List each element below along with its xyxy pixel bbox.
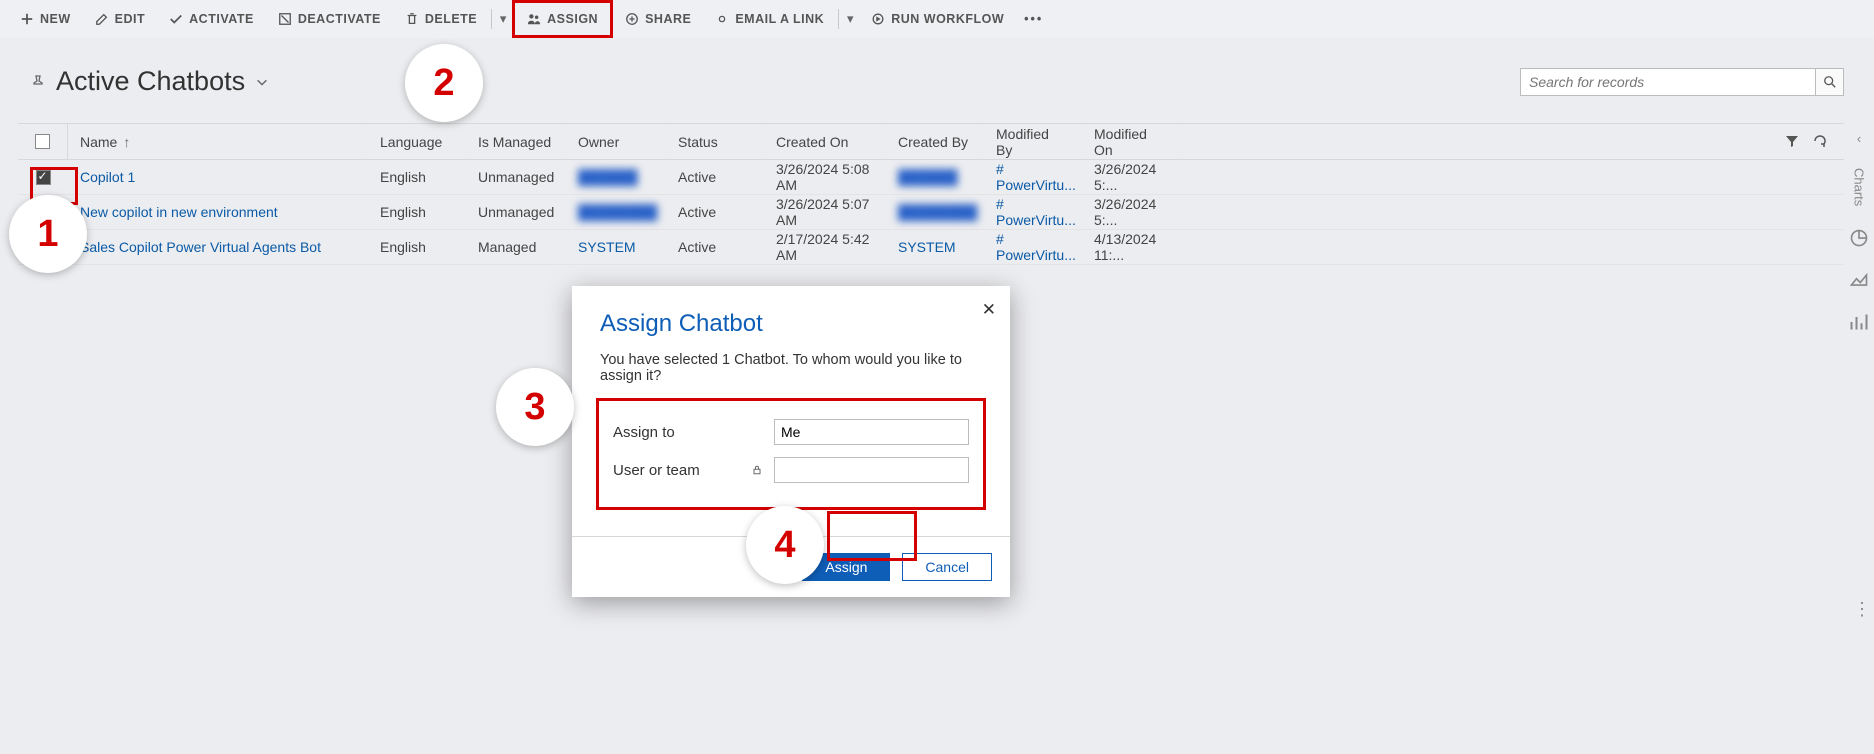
assign-button[interactable]: ASSIGN [512, 0, 613, 38]
edit-button-label: EDIT [115, 12, 145, 26]
sort-asc-icon: ↑ [123, 134, 130, 150]
link-icon [715, 12, 729, 26]
user-team-label: User or team [613, 462, 740, 479]
user-team-input[interactable] [774, 457, 969, 483]
redacted-owner: ████████ [578, 204, 657, 220]
plus-icon [20, 12, 34, 26]
deactivate-button-label: DEACTIVATE [298, 12, 381, 26]
col-createdon[interactable]: Created On [764, 124, 886, 159]
check-icon [169, 12, 183, 26]
share-button[interactable]: SHARE [613, 0, 703, 38]
filter-icon[interactable] [1784, 133, 1802, 151]
deactivate-button[interactable]: DEACTIVATE [266, 0, 393, 38]
callout-2: 2 [405, 44, 483, 122]
more-vertical-icon[interactable]: ⋮ [1853, 599, 1868, 620]
search-input[interactable] [1520, 68, 1816, 96]
col-name[interactable]: Name ↑ [68, 124, 368, 159]
pin-icon[interactable] [30, 74, 46, 90]
run-workflow-button-label: RUN WORKFLOW [891, 12, 1004, 26]
chart-area-icon[interactable] [1849, 270, 1869, 290]
chart-pie-icon[interactable] [1849, 228, 1869, 248]
chart-bar-icon[interactable] [1849, 312, 1869, 332]
redacted-owner: ██████ [578, 169, 638, 185]
dialog-title: Assign Chatbot [600, 310, 982, 338]
chevron-left-icon[interactable]: ‹ [1857, 131, 1861, 146]
row-checkbox[interactable] [36, 170, 51, 185]
search-icon [1823, 75, 1837, 89]
col-language[interactable]: Language [368, 124, 466, 159]
share-icon [625, 12, 639, 26]
delete-dropdown[interactable]: ▾ [494, 0, 512, 38]
new-button-label: NEW [40, 12, 71, 26]
callout-4: 4 [746, 506, 824, 584]
callout-1: 1 [9, 195, 87, 273]
modifiedby-link[interactable]: # PowerVirtu... [996, 231, 1076, 263]
modifiedby-link[interactable]: # PowerVirtu... [996, 196, 1076, 228]
redacted-createdby: ██████ [898, 169, 958, 185]
col-status[interactable]: Status [666, 124, 764, 159]
delete-button-label: DELETE [425, 12, 477, 26]
col-modifiedby[interactable]: Modified By [984, 124, 1082, 159]
new-button[interactable]: NEW [8, 0, 83, 38]
dialog-cancel-button[interactable]: Cancel [902, 553, 992, 581]
search-box [1520, 68, 1844, 96]
edit-button[interactable]: EDIT [83, 0, 157, 38]
callout-3: 3 [496, 368, 574, 446]
delete-button[interactable]: DELETE [393, 0, 489, 38]
view-dropdown-icon[interactable] [255, 75, 269, 89]
dialog-close-button[interactable]: ✕ [982, 300, 996, 320]
activate-button-label: ACTIVATE [189, 12, 254, 26]
people-icon [527, 12, 541, 26]
email-link-dropdown[interactable]: ▾ [841, 0, 859, 38]
refresh-icon[interactable] [1812, 133, 1830, 151]
ellipsis-icon: ••• [1024, 12, 1043, 26]
deactivate-icon [278, 12, 292, 26]
modifiedby-link[interactable]: # PowerVirtu... [996, 161, 1076, 193]
col-modifiedon[interactable]: Modified On [1082, 124, 1180, 159]
table-row[interactable]: New copilot in new environment English U… [18, 195, 1844, 230]
dialog-subtitle: You have selected 1 Chatbot. To whom wou… [600, 352, 982, 384]
table-row[interactable]: Copilot 1 English Unmanaged ██████ Activ… [18, 160, 1844, 195]
assign-button-label: ASSIGN [547, 12, 598, 26]
table-row[interactable]: Sales Copilot Power Virtual Agents Bot E… [18, 230, 1844, 265]
createdby-link[interactable]: SYSTEM [898, 239, 956, 255]
select-all-col [18, 124, 68, 159]
command-bar: NEW EDIT ACTIVATE DEACTIVATE DELETE ▾ AS… [0, 0, 1874, 38]
trash-icon [405, 12, 419, 26]
redacted-createdby: ████████ [898, 204, 977, 220]
overflow-button[interactable]: ••• [1016, 0, 1051, 38]
email-link-button[interactable]: EMAIL A LINK [703, 0, 836, 38]
workflow-icon [871, 12, 885, 26]
view-title[interactable]: Active Chatbots [56, 66, 245, 97]
lock-icon [750, 464, 764, 476]
charts-rail: ‹ Charts [1844, 123, 1874, 332]
pencil-icon [95, 12, 109, 26]
assign-to-input[interactable] [774, 419, 969, 445]
email-link-button-label: EMAIL A LINK [735, 12, 824, 26]
activate-button[interactable]: ACTIVATE [157, 0, 266, 38]
record-link[interactable]: Copilot 1 [80, 169, 135, 185]
col-createdby[interactable]: Created By [886, 124, 984, 159]
record-link[interactable]: Sales Copilot Power Virtual Agents Bot [80, 239, 321, 255]
dialog-form-highlight: Assign to User or team [596, 398, 986, 510]
assign-to-label: Assign to [613, 424, 740, 441]
select-all-checkbox[interactable] [35, 134, 50, 149]
grid-header-row: Name ↑ Language Is Managed Owner Status … [18, 124, 1844, 160]
search-go-button[interactable] [1816, 68, 1844, 96]
view-header: Active Chatbots [0, 38, 1874, 123]
col-ismanaged[interactable]: Is Managed [466, 124, 566, 159]
owner-link[interactable]: SYSTEM [578, 239, 636, 255]
run-workflow-button[interactable]: RUN WORKFLOW [859, 0, 1016, 38]
share-button-label: SHARE [645, 12, 691, 26]
col-owner[interactable]: Owner [566, 124, 666, 159]
record-link[interactable]: New copilot in new environment [80, 204, 278, 220]
charts-label[interactable]: Charts [1852, 168, 1867, 206]
